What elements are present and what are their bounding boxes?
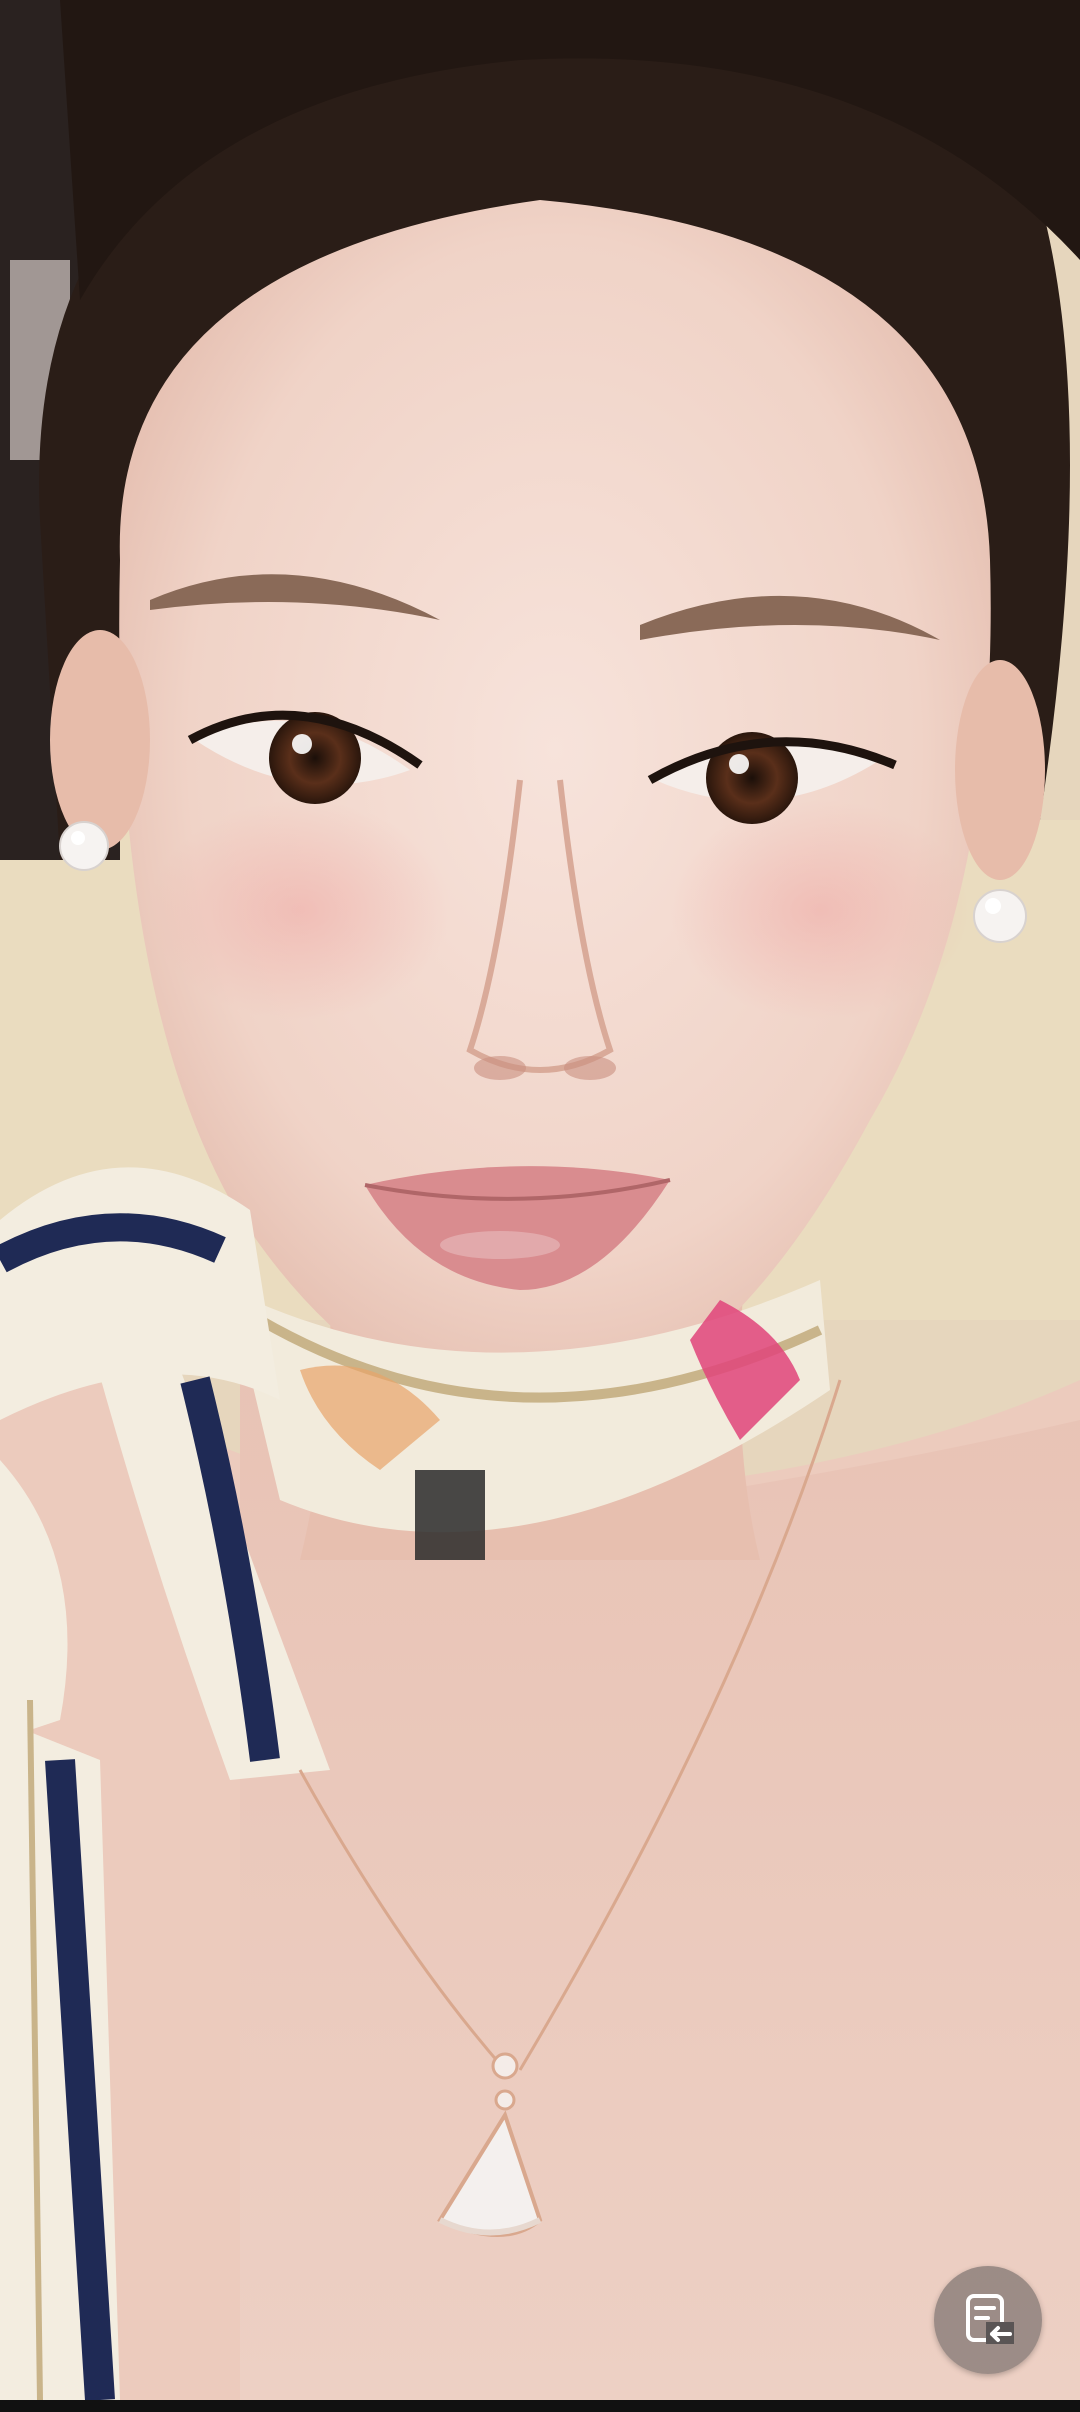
video-frame[interactable] (0, 0, 1080, 2400)
app-screen (0, 0, 1080, 2412)
document-back-button[interactable] (934, 2266, 1042, 2374)
document-back-icon (966, 2294, 1014, 2344)
portrait-image (0, 0, 1080, 2400)
bottom-bar (0, 2400, 1080, 2412)
